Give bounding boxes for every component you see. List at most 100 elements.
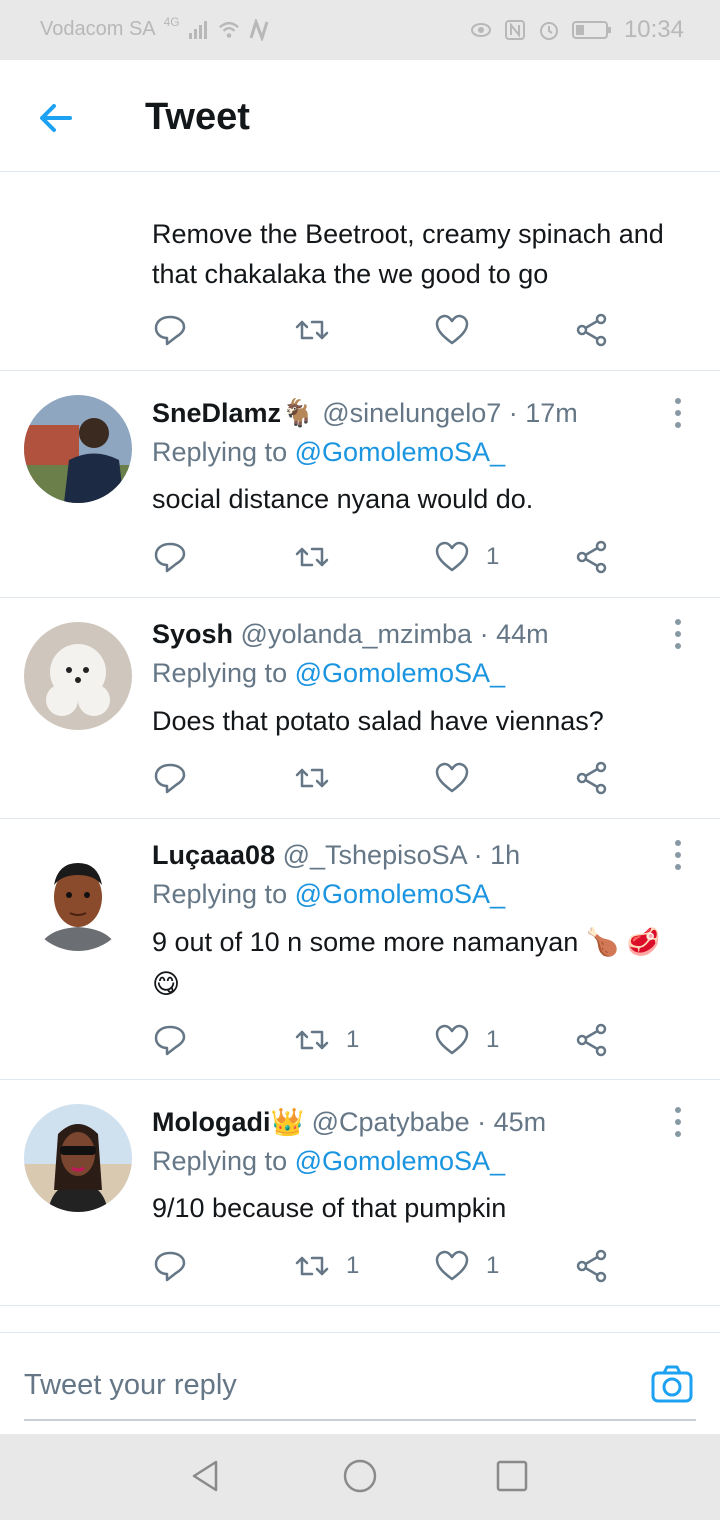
back-arrow-icon[interactable]: [36, 98, 76, 138]
avatar[interactable]: [24, 622, 132, 730]
like-icon: [435, 541, 469, 572]
tweet-actions: 1 1: [152, 1246, 622, 1286]
more-icon[interactable]: [674, 1106, 682, 1138]
reply-button[interactable]: [152, 1020, 188, 1060]
share-button[interactable]: [574, 537, 610, 577]
mention-link[interactable]: @GomolemoSA_: [295, 658, 506, 688]
retweet-button[interactable]: [294, 758, 346, 798]
system-nav-bar: [0, 1434, 720, 1520]
share-button[interactable]: [574, 1020, 610, 1060]
author-handle[interactable]: @Cpatybabe: [312, 1107, 470, 1137]
avatar[interactable]: [24, 843, 132, 951]
input-underline: [24, 1419, 696, 1421]
nav-home-icon[interactable]: [340, 1456, 380, 1496]
reply-icon: [154, 1251, 186, 1282]
network-label: 4G: [163, 14, 180, 29]
clock: 10:34: [623, 16, 684, 43]
retweet-icon: [295, 1030, 329, 1050]
author-name[interactable]: Luçaaa08: [152, 840, 275, 870]
share-icon: [576, 540, 607, 574]
more-icon[interactable]: [674, 397, 682, 429]
reply-input[interactable]: [24, 1363, 624, 1407]
like-count: 1: [486, 1026, 500, 1053]
reply-button[interactable]: [152, 537, 188, 577]
wifi-icon: [218, 21, 239, 38]
author-handle[interactable]: @sinelungelo7: [322, 398, 501, 428]
replying-prefix: Replying to: [152, 879, 295, 909]
carrier-label: Vodacom SA: [40, 18, 156, 40]
tweet-meta: Luçaaa08 @_TshepisoSA · 1h: [152, 837, 520, 873]
tweet-meta: Syosh @yolanda_mzimba · 44m: [152, 616, 549, 652]
reply-tweet[interactable]: SneDlamz🐐 @sinelungelo7 · 17m Replying t…: [0, 371, 720, 598]
share-button[interactable]: [574, 1246, 610, 1286]
reply-button[interactable]: [152, 310, 188, 350]
reply-tweet[interactable]: Mologadi👑 @Cpatybabe · 45m Replying to @…: [0, 1080, 720, 1306]
tweet-actions: [152, 758, 622, 798]
like-button[interactable]: 1: [434, 537, 499, 577]
share-icon: [576, 313, 607, 347]
camera-icon[interactable]: [650, 1363, 694, 1407]
name-emoji: 👑: [270, 1107, 305, 1137]
reply-button[interactable]: [152, 1246, 188, 1286]
like-button[interactable]: [434, 758, 486, 798]
alarm-icon: [539, 22, 558, 40]
replying-to: Replying to @GomolemoSA_: [152, 437, 505, 468]
retweet-icon: [295, 320, 329, 340]
replying-to: Replying to @GomolemoSA_: [152, 1146, 505, 1177]
share-icon: [576, 761, 607, 795]
replying-prefix: Replying to: [152, 658, 295, 688]
mention-link[interactable]: @GomolemoSA_: [295, 1146, 506, 1176]
replying-to: Replying to @GomolemoSA_: [152, 658, 505, 689]
tweet-time: · 1h: [473, 840, 521, 870]
retweet-count: 1: [346, 1026, 360, 1053]
tweet-text: 9/10 because of that pumpkin: [152, 1193, 507, 1223]
replying-prefix: Replying to: [152, 437, 295, 467]
like-button[interactable]: 1: [434, 1020, 499, 1060]
author-name[interactable]: SneDlamz: [152, 398, 281, 428]
tweet-time: · 45m: [477, 1107, 547, 1137]
more-icon[interactable]: [674, 618, 682, 650]
share-icon: [576, 1249, 607, 1283]
retweet-button[interactable]: [294, 537, 346, 577]
like-icon: [435, 1250, 469, 1281]
like-icon: [435, 762, 469, 793]
reply-button[interactable]: [152, 758, 188, 798]
author-name[interactable]: Syosh: [152, 619, 233, 649]
nav-recents-icon[interactable]: [492, 1456, 532, 1496]
avatar[interactable]: [24, 1104, 132, 1212]
like-button[interactable]: 1: [434, 1246, 499, 1286]
share-icon: [576, 1023, 607, 1057]
like-count: 1: [486, 1252, 500, 1279]
mention-link[interactable]: @GomolemoSA_: [295, 879, 506, 909]
like-button[interactable]: [434, 310, 470, 350]
page-title: Tweet: [145, 96, 250, 138]
share-button[interactable]: [574, 310, 610, 350]
more-icon[interactable]: [674, 839, 682, 871]
avatar[interactable]: [24, 395, 132, 503]
reply-tweet[interactable]: Luçaaa08 @_TshepisoSA · 1h Replying to @…: [0, 819, 720, 1080]
nav-back-icon[interactable]: [186, 1456, 226, 1496]
mention-link[interactable]: @GomolemoSA_: [295, 437, 506, 467]
retweet-count: 1: [346, 1252, 360, 1279]
author-handle[interactable]: @_TshepisoSA: [283, 840, 467, 870]
author-name[interactable]: Mologadi: [152, 1107, 270, 1137]
battery-icon: [571, 21, 611, 39]
tweet-actions: 1: [152, 537, 622, 577]
eye-comfort-icon: [470, 23, 491, 37]
tweet-meta: Mologadi👑 @Cpatybabe · 45m: [152, 1104, 546, 1140]
retweet-button[interactable]: [294, 310, 330, 350]
retweet-button[interactable]: 1: [294, 1020, 359, 1060]
focused-tweet: Remove the Beetroot, creamy spinach and …: [0, 172, 720, 371]
status-bar: Vodacom SA 4G 10:34: [0, 0, 720, 60]
name-emoji: 🐐: [281, 398, 315, 428]
share-button[interactable]: [574, 758, 610, 798]
nfc-icon: [504, 20, 525, 40]
tweet-text: 9 out of 10 n some more namanyan 🍗 🥩😋: [152, 927, 661, 999]
like-icon: [435, 314, 469, 345]
reply-icon: [154, 1025, 186, 1056]
reply-icon: [154, 315, 186, 346]
tweet-actions: [152, 310, 622, 350]
reply-tweet[interactable]: Syosh @yolanda_mzimba · 44m Replying to …: [0, 598, 720, 819]
retweet-button[interactable]: 1: [294, 1246, 359, 1286]
author-handle[interactable]: @yolanda_mzimba: [241, 619, 473, 649]
